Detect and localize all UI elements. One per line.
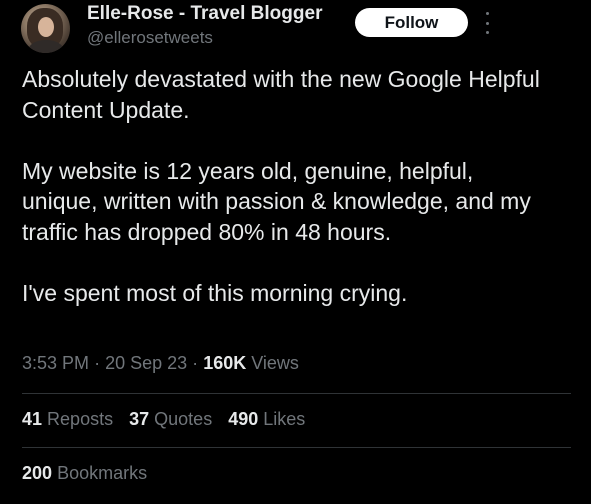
meta-separator: ·: [192, 353, 199, 373]
tweet-paragraph: Absolutely devastated with the new Googl…: [22, 66, 540, 123]
quotes-count: 37: [129, 409, 150, 429]
tweet-meta: 3:53 PM · 20 Sep 23 · 160K Views: [22, 353, 299, 374]
bookmarks-link[interactable]: 200 Bookmarks: [22, 463, 147, 484]
follow-button[interactable]: Follow: [355, 8, 468, 37]
views-label: Views: [251, 353, 299, 373]
quotes-label: Quotes: [154, 409, 213, 429]
likes-count: 490: [228, 409, 259, 429]
meta-separator: ·: [94, 353, 101, 373]
more-vertical-icon[interactable]: [480, 12, 494, 34]
reposts-link[interactable]: 41 Reposts: [22, 409, 113, 429]
reposts-label: Reposts: [47, 409, 114, 429]
engagement-stats: 41 Reposts 37 Quotes 490 Likes: [22, 409, 316, 430]
views-count: 160K: [203, 353, 247, 373]
bookmarks-label: Bookmarks: [57, 463, 148, 483]
tweet-date[interactable]: 20 Sep 23: [105, 353, 187, 373]
tweet-paragraph: I've spent most of this morning crying.: [22, 279, 408, 306]
reposts-count: 41: [22, 409, 43, 429]
likes-label: Likes: [263, 409, 306, 429]
tweet-time[interactable]: 3:53 PM: [22, 353, 89, 373]
tweet-text: Absolutely devastated with the new Googl…: [22, 64, 542, 308]
author-display-name[interactable]: Elle-Rose - Travel Blogger: [87, 3, 322, 25]
author-handle[interactable]: @ellerosetweets: [87, 28, 213, 48]
divider: [22, 447, 571, 448]
avatar[interactable]: [21, 4, 70, 53]
tweet-paragraph: My website is 12 years old, genuine, hel…: [22, 157, 531, 245]
divider: [22, 393, 571, 394]
bookmarks-count: 200: [22, 463, 53, 483]
likes-link[interactable]: 490 Likes: [228, 409, 305, 429]
tweet-card: Elle-Rose - Travel Blogger @ellerosetwee…: [0, 0, 591, 504]
quotes-link[interactable]: 37 Quotes: [129, 409, 212, 429]
